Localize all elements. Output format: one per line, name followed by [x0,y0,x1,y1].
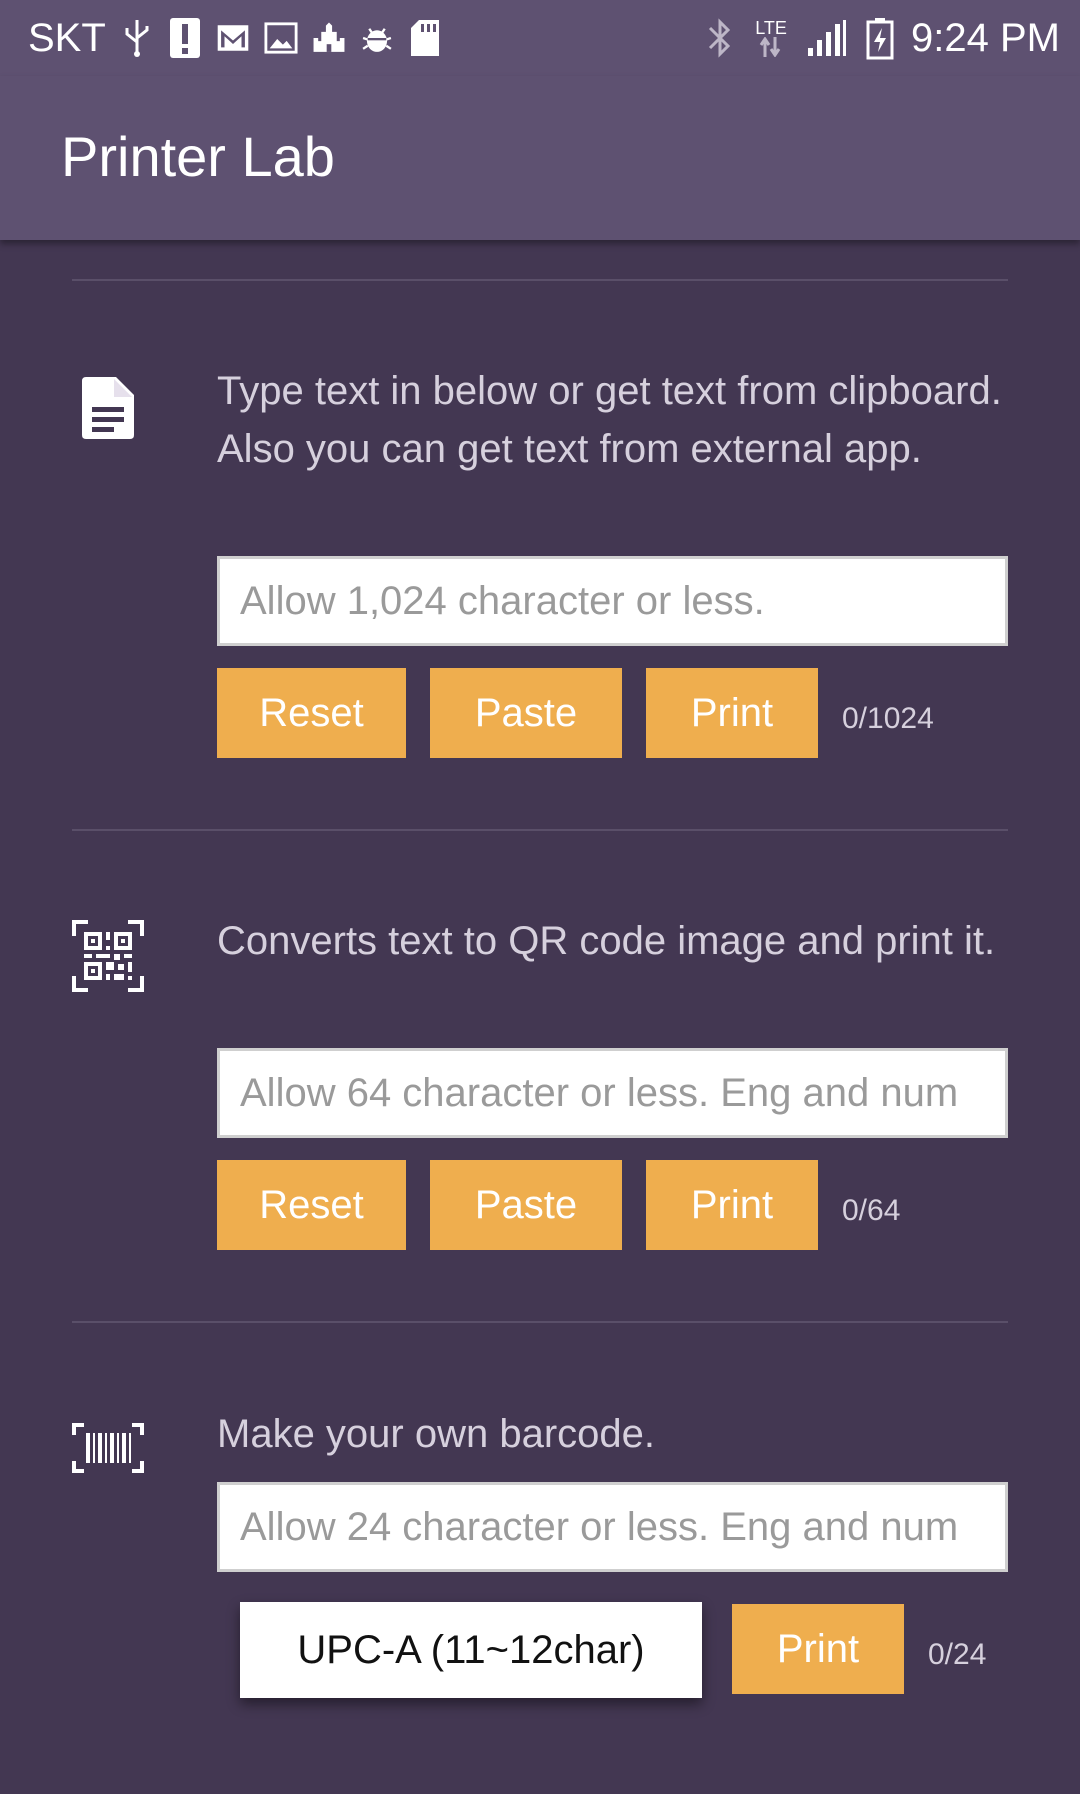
carrier-label: SKT [28,15,106,60]
qr-char-counter: 0/64 [842,1194,901,1227]
text-paste-button[interactable]: Paste [430,668,622,758]
text-section-description: Type text in below or get text from clip… [217,369,1002,471]
document-icon [70,370,146,446]
bug-icon [360,18,394,58]
lte-icon: LTE [751,18,791,58]
status-right: LTE 9:24 PM [703,16,1060,61]
qr-text-input[interactable]: Allow 64 character or less. Eng and num [217,1048,1008,1138]
qr-paste-button[interactable]: Paste [430,1160,622,1250]
barcode-icon [70,1410,146,1486]
battery-charging-icon [863,18,897,60]
barcode-text-input[interactable]: Allow 24 character or less. Eng and num [217,1482,1008,1572]
castle-icon [312,18,346,58]
divider [72,279,1008,281]
signal-icon [805,18,849,58]
qr-section-description: Converts text to QR code image and print… [217,919,996,963]
text-print-button[interactable]: Print [646,668,818,758]
bluetooth-icon [703,18,737,58]
clock: 9:24 PM [911,15,1060,60]
status-bar: SKT LTE 9:24 PM [0,0,1080,76]
alert-icon [168,18,202,58]
status-left: SKT [28,16,442,61]
sd-card-icon [408,18,442,58]
text-char-counter: 0/1024 [842,702,934,735]
divider [72,1321,1008,1323]
image-icon [264,18,298,58]
barcode-section-description: Make your own barcode. [217,1412,656,1456]
divider [72,829,1008,831]
qr-code-icon [70,918,146,994]
lte-label: LTE [755,18,787,38]
barcode-char-counter: 0/24 [928,1638,987,1671]
mail-icon [216,18,250,58]
text-reset-button[interactable]: Reset [217,668,406,758]
qr-reset-button[interactable]: Reset [217,1160,406,1250]
usb-icon [120,18,154,58]
app-bar: Printer Lab [0,76,1080,240]
app-title: Printer Lab [61,125,335,188]
barcode-print-button[interactable]: Print [732,1604,904,1694]
text-input[interactable]: Allow 1,024 character or less. [217,556,1008,646]
qr-print-button[interactable]: Print [646,1160,818,1250]
barcode-type-select[interactable]: UPC-A (11~12char) [240,1602,702,1698]
